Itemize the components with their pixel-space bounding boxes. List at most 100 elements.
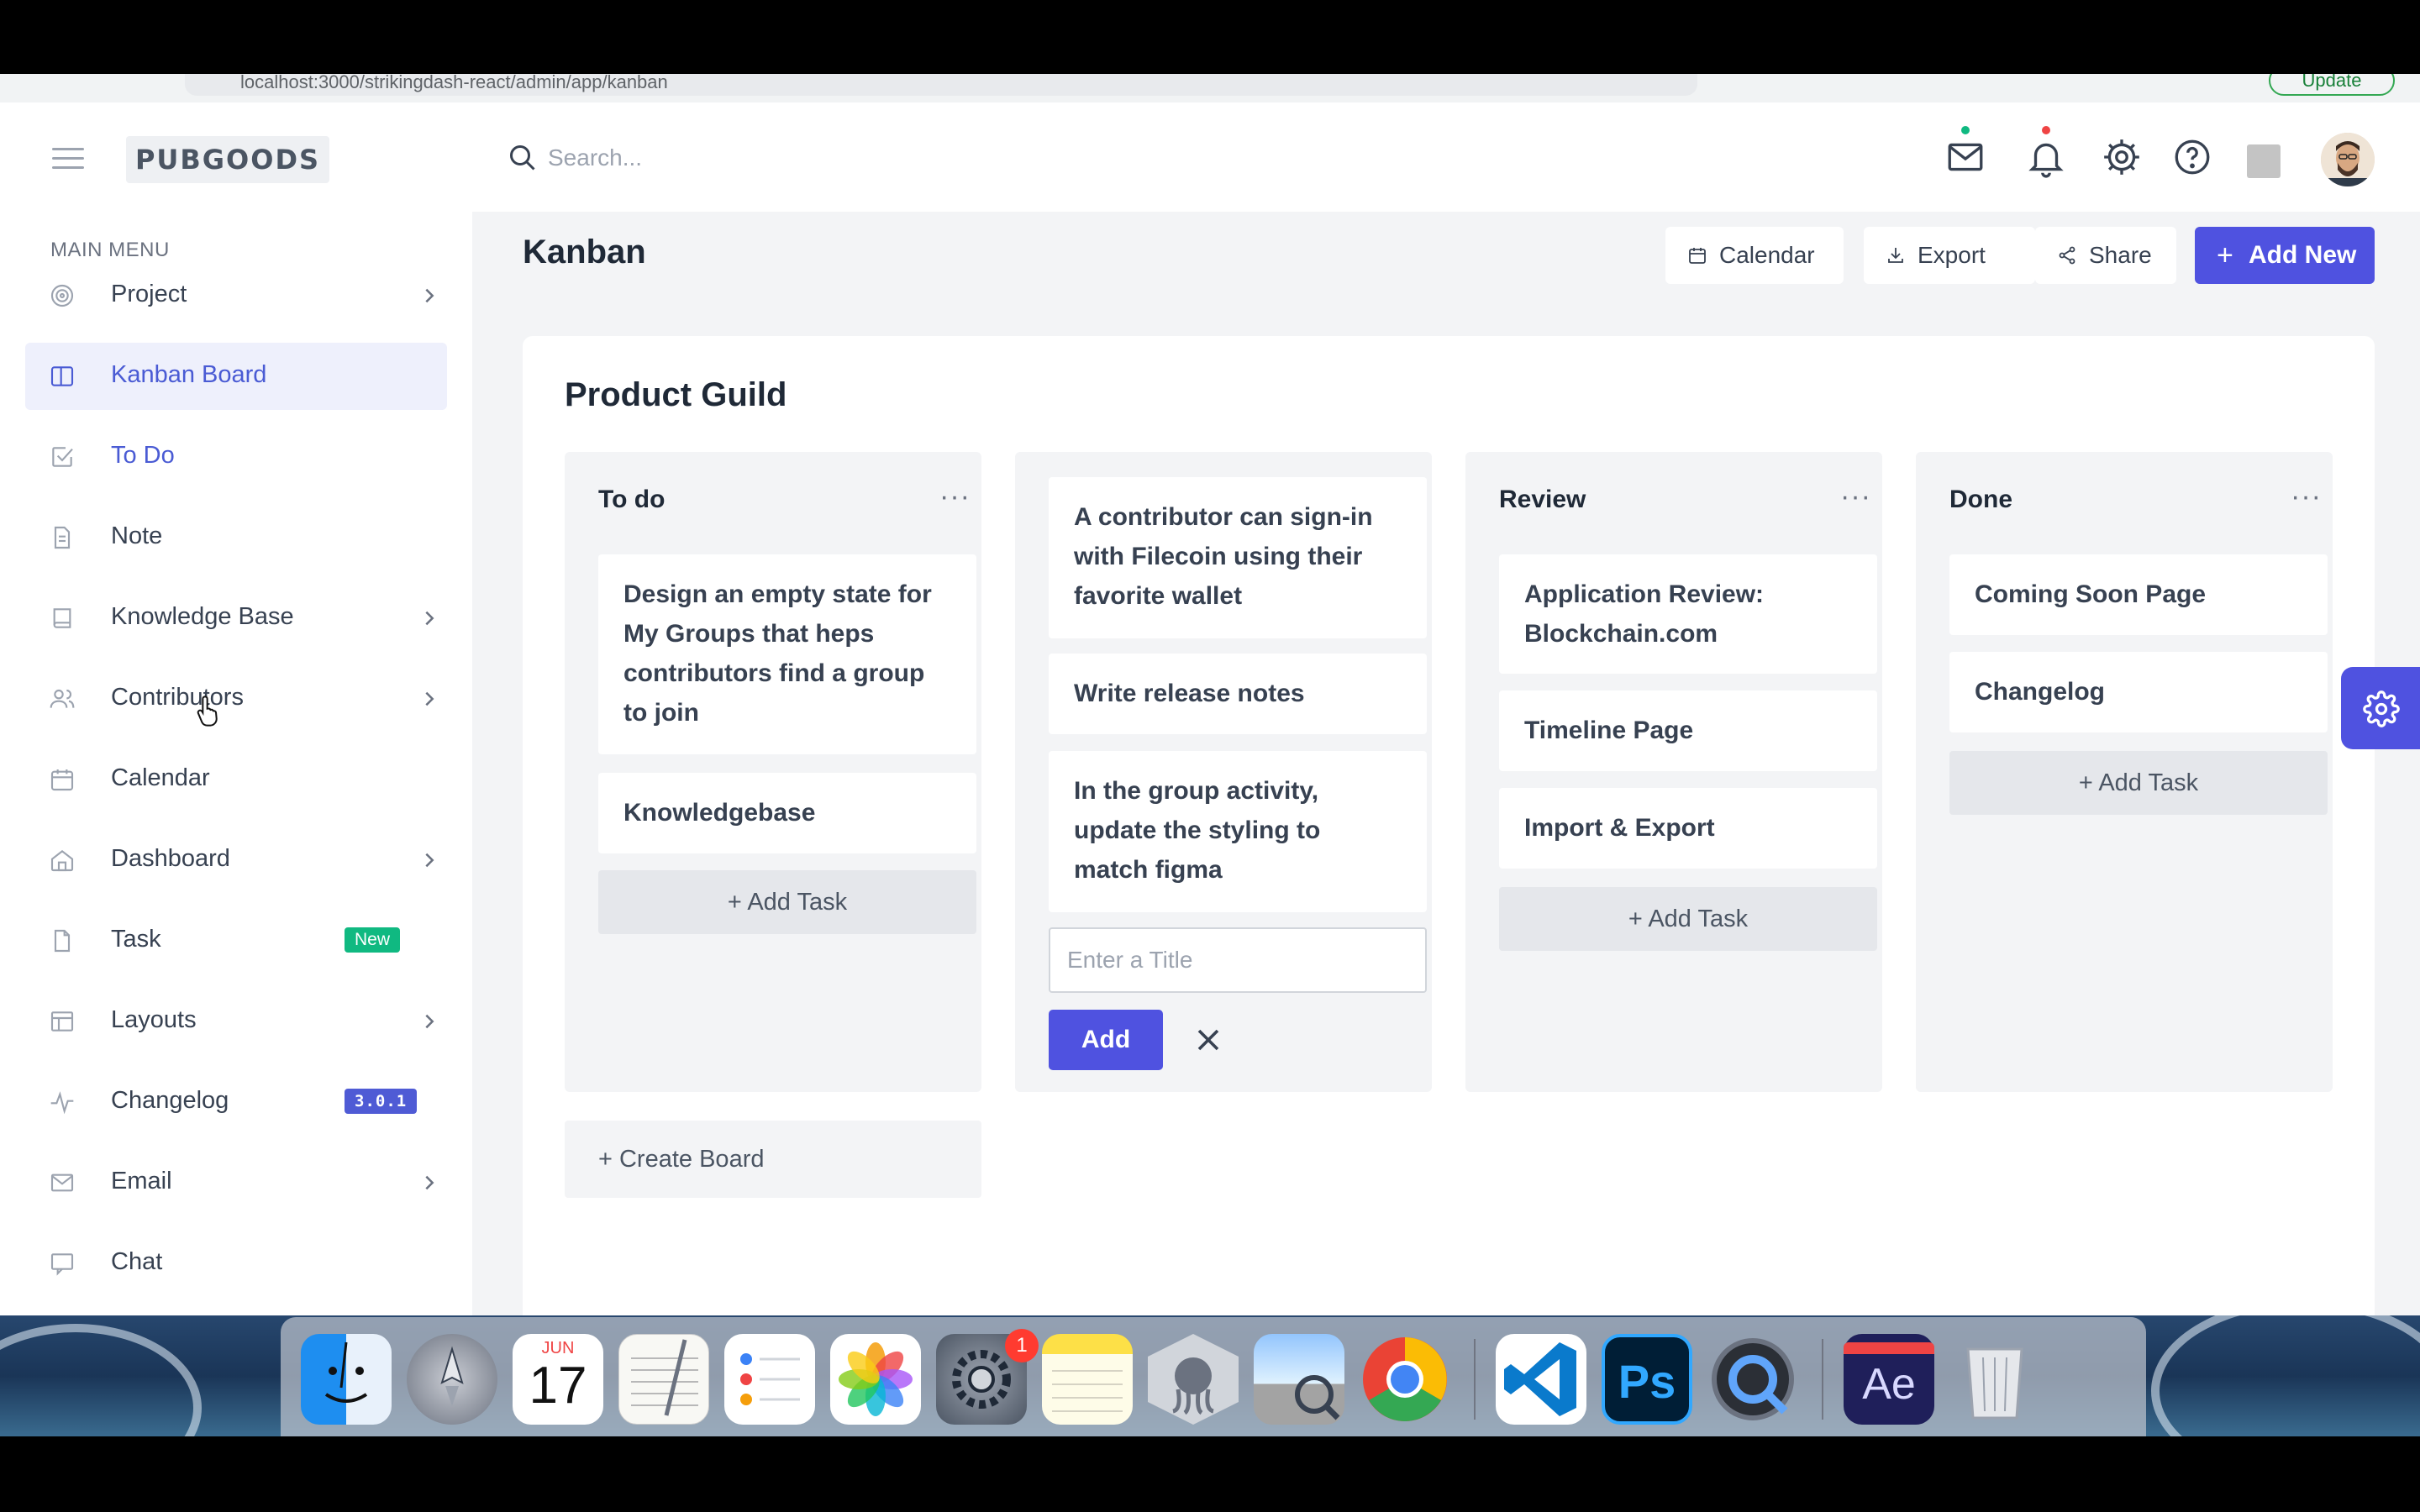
photoshop-app-icon[interactable]: Ps <box>1602 1334 1692 1425</box>
layout-icon <box>50 1011 74 1032</box>
macos-dock: JUN 17 1 Ps Ae <box>281 1317 2146 1436</box>
help-icon[interactable] <box>2171 136 2213 178</box>
after-effects-app-icon[interactable]: Ae <box>1844 1334 1934 1425</box>
column-title: Done <box>1949 486 2012 513</box>
preview-app-icon[interactable] <box>1254 1334 1344 1425</box>
file-icon <box>54 929 71 953</box>
wallpaper-wave <box>2151 1315 2420 1436</box>
task-card[interactable]: Timeline Page <box>1499 690 1877 771</box>
video-letterbox-top <box>0 0 2420 74</box>
notes-app-icon[interactable] <box>1042 1334 1133 1425</box>
kanban-column-done: Done ··· Coming Soon Page Changelog + Ad… <box>1916 452 2333 1092</box>
mail-icon[interactable] <box>1944 136 1986 178</box>
calendar-app-day: 17 <box>529 1357 587 1415</box>
launchpad-app-icon[interactable] <box>407 1334 497 1425</box>
sidebar-item-to-do[interactable]: To Do <box>25 423 447 491</box>
share-button[interactable]: Share <box>2035 227 2176 284</box>
sidebar-item-note[interactable]: Note <box>25 504 447 571</box>
plus-icon: + <box>2217 239 2233 271</box>
chat-icon <box>50 1253 74 1276</box>
search-input[interactable] <box>548 136 1052 180</box>
reminders-app-icon[interactable] <box>724 1334 815 1425</box>
avatar[interactable] <box>2321 133 2375 186</box>
more-options-icon[interactable]: ··· <box>939 480 971 513</box>
more-options-icon[interactable]: ··· <box>2291 480 2322 513</box>
sidebar-item-label: Kanban Board <box>111 361 267 388</box>
sidebar-item-calendar[interactable]: Calendar <box>25 746 447 813</box>
bell-icon[interactable] <box>2025 136 2067 178</box>
hamburger-menu-icon[interactable] <box>52 148 84 170</box>
brand-logo[interactable]: PUBGOODS <box>126 136 329 183</box>
gitkraken-app-icon[interactable] <box>1148 1334 1239 1425</box>
sidebar-heading: MAIN MENU <box>50 239 170 261</box>
calendar-app-icon[interactable]: JUN 17 <box>513 1334 603 1425</box>
sidebar-item-knowledge-base[interactable]: Knowledge Base <box>25 585 447 652</box>
task-card[interactable]: Application Review: Blockchain.com <box>1499 554 1877 674</box>
create-board-button[interactable]: + Create Board <box>565 1121 981 1198</box>
sidebar-item-kanban-board[interactable]: Kanban Board <box>25 343 447 410</box>
sidebar-item-label: Changelog <box>111 1087 229 1114</box>
add-new-button[interactable]: + Add New <box>2195 227 2375 284</box>
sidebar-item-dashboard[interactable]: Dashboard <box>25 827 447 894</box>
trash-icon[interactable] <box>1949 1334 2040 1425</box>
add-task-button[interactable]: + Add Task <box>1949 751 2328 815</box>
add-task-button[interactable]: + Add Task <box>598 870 976 934</box>
wallpaper-wave <box>0 1324 202 1436</box>
add-task-confirm-button[interactable]: Add <box>1049 1010 1163 1070</box>
kanban-board: Product Guild To do ··· Design an empty … <box>523 336 2375 1315</box>
chrome-app-icon[interactable] <box>1360 1334 1450 1425</box>
task-title-input[interactable] <box>1049 927 1427 993</box>
add-task-button[interactable]: + Add Task <box>1499 887 1877 951</box>
export-button[interactable]: Export <box>1864 227 2035 284</box>
theme-settings-button[interactable] <box>2341 667 2420 749</box>
close-icon[interactable] <box>1190 1021 1227 1058</box>
task-card[interactable]: Knowledgebase <box>598 773 976 853</box>
sidebar-item-email[interactable]: Email <box>25 1149 447 1216</box>
task-card[interactable]: A contributor can sign-in with Filecoin … <box>1049 477 1427 638</box>
task-card[interactable]: Import & Export <box>1499 788 1877 869</box>
users-icon <box>50 689 75 708</box>
target-icon <box>50 284 74 307</box>
task-card-text: Timeline Page <box>1524 717 1694 744</box>
vscode-app-icon[interactable] <box>1496 1334 1586 1425</box>
sidebar-item-layouts[interactable]: Layouts <box>25 988 447 1055</box>
sidebar-item-chat[interactable]: Chat <box>25 1230 447 1297</box>
mail-status-dot <box>1961 126 1970 134</box>
sidebar-item-contributors[interactable]: Contributors <box>25 665 447 732</box>
chevron-right-icon <box>425 288 434 303</box>
address-bar-url: localhost:3000/strikingdash-react/admin/… <box>240 74 668 92</box>
sidebar-item-project[interactable]: Project <box>25 262 447 329</box>
file-text-icon <box>54 526 71 549</box>
task-card[interactable]: In the group activity, update the stylin… <box>1049 751 1427 912</box>
add-new-button-label: Add New <box>2249 241 2357 269</box>
chevron-right-icon <box>425 1175 434 1190</box>
chevron-right-icon <box>425 691 434 706</box>
calendar-icon <box>1689 248 1706 264</box>
textedit-app-icon[interactable] <box>618 1334 709 1425</box>
finder-app-icon[interactable] <box>301 1334 392 1425</box>
gear-icon[interactable] <box>2101 136 2143 178</box>
task-card-text: A contributor can sign-in with Filecoin … <box>1074 503 1373 610</box>
sidebar-item-changelog[interactable]: Changelog 3.0.1 <box>25 1068 447 1136</box>
checkbox-icon <box>52 447 73 467</box>
quicktime-app-icon[interactable] <box>1707 1334 1798 1425</box>
version-badge: 3.0.1 <box>345 1089 418 1114</box>
task-card[interactable]: Changelog <box>1949 652 2328 732</box>
photos-app-icon[interactable] <box>830 1334 921 1425</box>
task-card[interactable]: Design an empty state for My Groups that… <box>598 554 976 754</box>
task-card[interactable]: Coming Soon Page <box>1949 554 2328 635</box>
browser-update-button[interactable]: Update <box>2269 74 2395 96</box>
task-card[interactable]: Write release notes <box>1049 654 1427 734</box>
sidebar-item-label: Task <box>111 926 161 953</box>
calendar-button[interactable]: Calendar <box>1665 227 1844 284</box>
task-card-text: Coming Soon Page <box>1975 580 2207 608</box>
sidebar-item-label: Dashboard <box>111 845 230 872</box>
flag-placeholder[interactable] <box>2247 144 2281 178</box>
column-title: To do <box>598 486 666 513</box>
sidebar: MAIN MENU Project Kanban Board To Do Not… <box>0 212 472 1315</box>
columns-icon <box>50 366 74 386</box>
after-effects-app-label: Ae <box>1862 1360 1916 1409</box>
more-options-icon[interactable]: ··· <box>1840 480 1871 513</box>
sidebar-item-task[interactable]: Task New <box>25 907 447 974</box>
sidebar-item-label: Knowledge Base <box>111 603 294 630</box>
